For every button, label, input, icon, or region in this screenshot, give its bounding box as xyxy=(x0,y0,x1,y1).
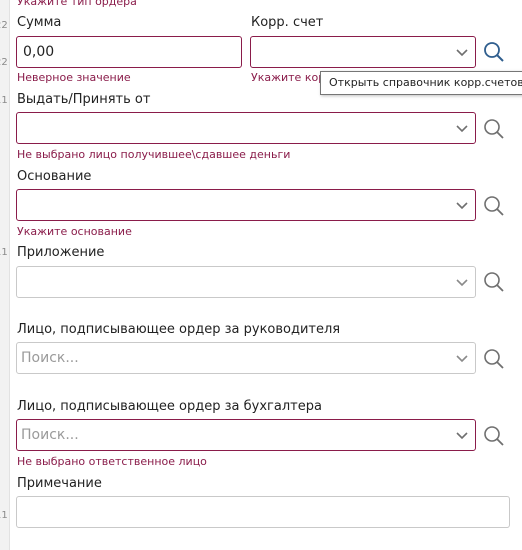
gutter-label: 11 xyxy=(0,95,8,106)
prilozhenie-label: Приложение xyxy=(17,245,105,260)
summa-label: Сумма xyxy=(17,15,62,30)
vydat-select[interactable] xyxy=(16,112,476,144)
chevron-down-icon xyxy=(456,125,468,133)
korr-schet-select[interactable] xyxy=(250,36,476,68)
chevron-down-icon xyxy=(456,355,468,363)
search-icon[interactable] xyxy=(482,424,506,448)
osnovanie-error: Укажите основание xyxy=(17,225,132,238)
gutter-label: 11 xyxy=(0,510,8,521)
rukovoditel-select[interactable]: Поиск... xyxy=(16,342,476,374)
buhgalter-error: Не выбрано ответственное лицо xyxy=(17,455,207,468)
summa-input[interactable]: 0,00 xyxy=(16,36,242,68)
korr-schet-tooltip: Открыть справочник корр.счетов xyxy=(320,71,522,95)
rukovoditel-placeholder: Поиск... xyxy=(21,350,79,366)
buhgalter-label: Лицо, подписывающее ордер за бухгалтера xyxy=(17,399,322,414)
vydat-label: Выдать/Принять от xyxy=(17,92,151,107)
search-icon[interactable] xyxy=(482,347,506,371)
search-icon[interactable] xyxy=(482,194,506,218)
osnovanie-select[interactable] xyxy=(16,189,476,221)
osnovanie-label: Основание xyxy=(17,169,92,184)
chevron-down-icon xyxy=(456,432,468,440)
chevron-down-icon xyxy=(456,202,468,210)
summa-value: 0,00 xyxy=(23,44,55,60)
vydat-error: Не выбрано лицо получившее\сдавшее деньг… xyxy=(17,148,291,161)
search-icon[interactable] xyxy=(482,117,506,141)
primechanie-input[interactable] xyxy=(16,496,510,528)
korr-schet-label: Корр. счет xyxy=(251,15,324,30)
primechanie-label: Примечание xyxy=(17,476,102,491)
gutter-label: 22 xyxy=(0,20,8,31)
chevron-down-icon xyxy=(456,279,468,287)
buhgalter-select[interactable]: Поиск... xyxy=(16,419,476,451)
chevron-down-icon xyxy=(456,49,468,57)
search-icon[interactable] xyxy=(482,270,506,294)
prilozhenie-select[interactable] xyxy=(16,266,476,298)
gutter-label: 22 xyxy=(0,57,8,68)
buhgalter-placeholder: Поиск... xyxy=(21,427,79,443)
rukovoditel-label: Лицо, подписывающее ордер за руководител… xyxy=(17,322,341,337)
summa-error: Неверное значение xyxy=(17,71,131,84)
left-gutter: 22 22 11 11 11 xyxy=(0,0,10,550)
gutter-label: 11 xyxy=(0,247,8,258)
order-type-error: Укажите тип ордера xyxy=(17,0,137,8)
search-icon[interactable] xyxy=(482,40,506,64)
